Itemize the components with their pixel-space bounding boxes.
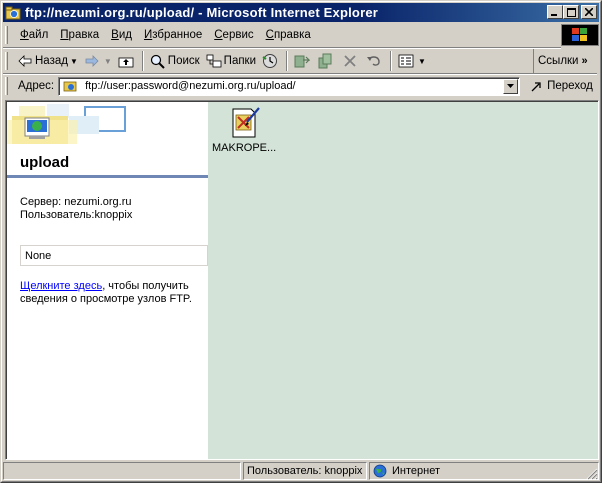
status-text — [3, 462, 241, 480]
folders-button[interactable]: Папки — [203, 50, 259, 72]
go-button[interactable]: Переход — [530, 79, 593, 93]
user-line: Пользователь:knoppix — [20, 209, 133, 221]
ie-window: ftp://nezumi.org.ru/upload/ - Microsoft … — [0, 0, 602, 483]
copy-to-icon — [318, 53, 334, 69]
go-arrow-icon — [530, 79, 544, 93]
web-view-pane: upload Сервер: nezumi.org.ru Пользовател… — [7, 102, 208, 459]
banner-divider — [7, 175, 208, 178]
back-label: Назад — [35, 55, 68, 67]
close-icon — [585, 8, 593, 16]
address-bar: Адрес: ftp://user:password@nezumi.org.ru… — [5, 75, 599, 97]
status-zone: Интернет — [369, 462, 599, 480]
links-toolbar[interactable]: Ссылки » — [533, 49, 597, 73]
status-user: Пользователь: knoppix — [243, 462, 367, 480]
views-dropdown-icon[interactable]: ▼ — [418, 57, 426, 66]
up-button[interactable] — [115, 50, 139, 72]
menu-favorites[interactable]: Избранное — [138, 26, 208, 44]
click-here-link[interactable]: Щелкните здесь — [20, 280, 102, 292]
maximize-icon — [566, 7, 576, 17]
windows-logo-icon — [572, 28, 587, 41]
file-view[interactable]: upload Сервер: nezumi.org.ru Пользовател… — [6, 101, 598, 459]
address-label: Адрес: — [18, 80, 55, 92]
views-button[interactable]: ▼ — [395, 50, 429, 72]
menubar-grip[interactable] — [5, 26, 8, 44]
addressbar-grip[interactable] — [5, 77, 8, 95]
folders-label: Папки — [223, 55, 257, 67]
address-dropdown-button[interactable] — [503, 78, 519, 94]
toolbar-separator — [141, 51, 144, 71]
toolbar-separator — [286, 51, 289, 71]
file-item[interactable]: MAKROPE... — [212, 106, 276, 154]
search-label: Поиск — [167, 55, 200, 67]
details-box: None — [20, 245, 208, 266]
standard-toolbar: Назад ▼ ▼ Поиск Папки ▼ — [5, 49, 529, 73]
history-icon — [262, 53, 278, 69]
views-icon — [398, 53, 414, 69]
close-button[interactable] — [581, 5, 597, 19]
zone-label: Интернет — [392, 465, 440, 477]
search-icon — [150, 53, 166, 69]
windows-logo-throbber — [561, 24, 599, 46]
chevron-down-icon — [507, 84, 515, 88]
back-button[interactable]: Назад ▼ — [14, 50, 81, 72]
file-icon — [227, 106, 261, 140]
globe-icon — [373, 464, 387, 478]
forward-arrow-icon — [84, 53, 100, 69]
menu-view[interactable]: Вид — [105, 26, 138, 44]
folders-icon — [206, 53, 222, 69]
move-to-button[interactable] — [291, 50, 315, 72]
content-area: upload Сервер: nezumi.org.ru Пользовател… — [5, 100, 599, 460]
forward-dropdown-icon[interactable]: ▼ — [104, 57, 112, 66]
status-bar: Пользователь: knoppix Интернет — [3, 461, 599, 481]
forward-button[interactable]: ▼ — [81, 50, 115, 72]
search-button[interactable]: Поиск — [147, 50, 203, 72]
history-button[interactable] — [259, 50, 283, 72]
toolbar-grip[interactable] — [5, 52, 8, 70]
ie-folder-icon — [5, 5, 21, 21]
address-input[interactable]: ftp://user:password@nezumi.org.ru/upload… — [58, 76, 521, 96]
copy-to-button[interactable] — [315, 50, 339, 72]
delete-button[interactable] — [339, 50, 363, 72]
server-info: Сервер: nezumi.org.ru Пользователь:knopp… — [20, 196, 132, 222]
menu-bar: Файл Правка Вид Избранное Сервис Справка — [5, 25, 529, 45]
folder-banner: upload — [7, 102, 208, 178]
move-to-icon — [294, 53, 311, 69]
undo-icon — [366, 53, 382, 69]
window-title: ftp://nezumi.org.ru/upload/ - Microsoft … — [25, 5, 379, 20]
menu-edit[interactable]: Правка — [54, 26, 105, 44]
up-folder-icon — [118, 53, 134, 69]
toolbar-separator — [390, 51, 393, 71]
file-name: MAKROPE... — [212, 142, 277, 154]
folder-title: upload — [20, 154, 70, 171]
minimize-icon — [551, 14, 557, 16]
ftp-help-text: Щелкните здесь, чтобы получить сведения … — [20, 280, 205, 306]
menu-help[interactable]: Справка — [260, 26, 317, 44]
menu-file[interactable]: Файл — [14, 26, 54, 44]
menu-tools[interactable]: Сервис — [208, 26, 259, 44]
minimize-button[interactable] — [547, 5, 563, 19]
delete-icon — [342, 53, 358, 69]
maximize-button[interactable] — [563, 5, 579, 19]
server-line: Сервер: nezumi.org.ru — [20, 196, 132, 208]
resize-grip[interactable] — [586, 468, 598, 480]
back-dropdown-icon[interactable]: ▼ — [70, 57, 78, 66]
title-bar[interactable]: ftp://nezumi.org.ru/upload/ - Microsoft … — [3, 3, 599, 22]
chevron-right-icon[interactable]: » — [582, 55, 588, 67]
undo-button[interactable] — [363, 50, 387, 72]
links-label: Ссылки — [538, 55, 579, 67]
go-label: Переход — [547, 80, 593, 92]
back-arrow-icon — [17, 53, 33, 69]
